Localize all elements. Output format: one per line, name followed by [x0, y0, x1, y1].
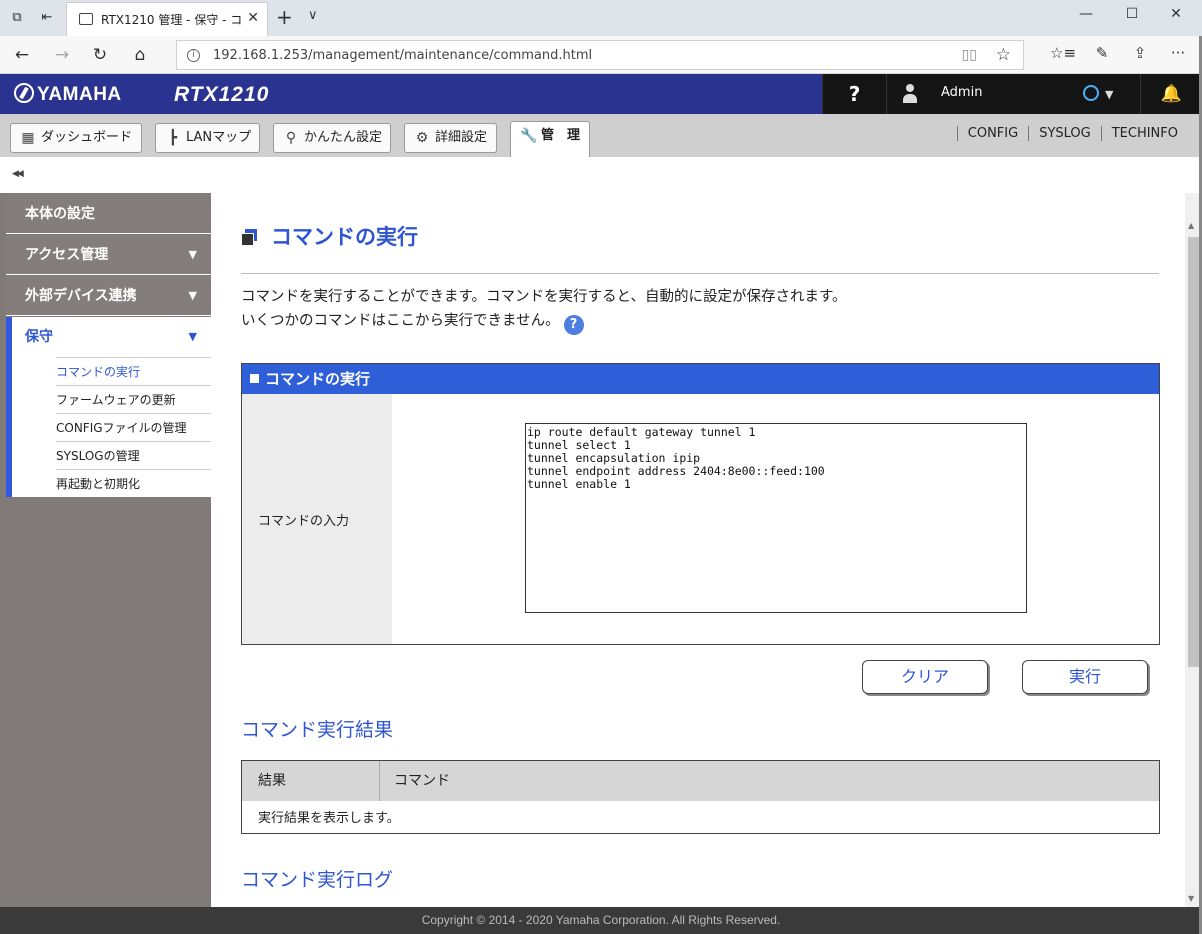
sidebar-section-external-devices[interactable]: 外部デバイス連携 ▼: [6, 276, 211, 316]
caret-down-icon: ▼: [188, 289, 197, 302]
command-input[interactable]: ip route default gateway tunnel 1 tunnel…: [525, 423, 1027, 613]
scroll-down-icon[interactable]: ▼: [1188, 894, 1194, 903]
page-favicon-icon: [79, 13, 93, 25]
wand-icon: ⚲: [285, 130, 297, 146]
sidebar-section-maintenance: 保守 ▼ コマンドの実行 ファームウェアの更新 CONFIGファイルの管理 SY…: [6, 317, 225, 497]
execute-button[interactable]: 実行: [1022, 660, 1148, 694]
caret-down-icon[interactable]: ▼: [1105, 88, 1113, 101]
tab-close-icon[interactable]: ✕: [247, 10, 259, 26]
maximize-button[interactable]: ☐: [1110, 6, 1154, 30]
panel-label-column: コマンドの入力: [242, 394, 392, 644]
sidebar: 本体の設定 アクセス管理 ▼ 外部デバイス連携 ▼ 保守 ▼ コマンドの実行 フ…: [0, 193, 225, 907]
wrench-icon: 🔧: [520, 128, 538, 144]
quick-links: CONFIG SYSLOG TECHINFO: [956, 126, 1188, 141]
command-input-label: コマンドの入力: [258, 514, 350, 529]
browser-navbar: ← → ↻ ⌂ i 192.168.1.253/management/maint…: [0, 36, 1202, 74]
menu-easy-setup[interactable]: ⚲ かんたん設定: [273, 123, 391, 153]
result-heading: コマンド実行結果: [241, 719, 394, 741]
favorites-list-icon[interactable]: ☆≡: [1050, 44, 1076, 62]
header-tools: ? Admin ▼ 🔔: [822, 74, 1202, 114]
reading-view-icon[interactable]: ▯▯: [962, 47, 977, 63]
yamaha-emblem-icon: [14, 83, 34, 103]
scroll-thumb[interactable]: [1188, 237, 1199, 667]
back-button[interactable]: ←: [8, 43, 36, 67]
dashboard-icon: ▦: [21, 130, 35, 146]
footer-copyright: Copyright © 2014 - 2020 Yamaha Corporati…: [0, 907, 1202, 934]
menu-lan-map[interactable]: ┣ LANマップ: [155, 123, 260, 153]
url-text[interactable]: 192.168.1.253/management/maintenance/com…: [213, 48, 592, 63]
tab-list-chevron-icon[interactable]: ∨: [308, 8, 318, 23]
app-header: YAMAHA RTX1210 ? Admin ▼ 🔔: [0, 74, 1202, 114]
share-icon[interactable]: ⇪: [1128, 44, 1152, 62]
result-table-header: 結果 コマンド: [242, 761, 1159, 801]
user-icon: [903, 84, 917, 104]
yamaha-logo: YAMAHA: [14, 83, 122, 106]
user-name: Admin: [941, 85, 983, 100]
forward-button[interactable]: →: [48, 43, 76, 67]
address-bar[interactable]: i 192.168.1.253/management/maintenance/c…: [176, 40, 1024, 70]
log-heading: コマンド実行ログ: [241, 869, 394, 891]
clear-button[interactable]: クリア: [862, 660, 988, 694]
command-panel: コマンドの実行 コマンドの入力 ip route default gateway…: [241, 363, 1160, 645]
set-aside-tabs-icon[interactable]: ⇤: [38, 9, 56, 27]
result-table: 結果 コマンド 実行結果を表示します。: [241, 760, 1160, 834]
sidebar-item-config-files[interactable]: CONFIGファイルの管理: [56, 413, 211, 441]
refresh-button[interactable]: ↻: [86, 43, 114, 67]
pen-notes-icon[interactable]: ✎: [1090, 44, 1114, 62]
home-button[interactable]: ⌂: [126, 43, 154, 67]
new-tab-button[interactable]: +: [276, 5, 293, 29]
site-info-icon[interactable]: i: [187, 49, 200, 62]
favorite-star-icon[interactable]: ☆: [996, 45, 1011, 65]
browser-titlebar: ⧉ ⇤ RTX1210 管理 - 保守 - コ ✕ + ∨ — ☐ ✕: [0, 0, 1202, 36]
result-placeholder: 実行結果を表示します。: [258, 811, 400, 826]
user-menu[interactable]: Admin ▼: [886, 74, 1140, 114]
menu-management[interactable]: 🔧 管 理: [510, 121, 590, 157]
close-window-button[interactable]: ✕: [1154, 6, 1198, 30]
sidebar-item-reboot-reset[interactable]: 再起動と初期化: [56, 469, 211, 497]
link-syslog[interactable]: SYSLOG: [1028, 126, 1101, 141]
more-menu-icon[interactable]: ···: [1166, 44, 1190, 62]
title-divider: [241, 273, 1159, 274]
link-techinfo[interactable]: TECHINFO: [1100, 126, 1188, 141]
menu-advanced-settings[interactable]: ⚙ 詳細設定: [404, 123, 497, 153]
gear-icon: ⚙: [415, 130, 429, 146]
lan-map-icon: ┣: [168, 130, 178, 146]
page-description: コマンドを実行することができます。コマンドを実行すると、自動的に設定が保存されま…: [241, 285, 847, 335]
collapse-sidebar-icon[interactable]: ◀◀: [12, 169, 24, 179]
main-menu: ▦ ダッシュボード ┣ LANマップ ⚲ かんたん設定 ⚙ 詳細設定 🔧 管 理…: [0, 114, 1202, 157]
sidebar-item-command-exec[interactable]: コマンドの実行: [56, 357, 225, 385]
menu-dashboard[interactable]: ▦ ダッシュボード: [10, 123, 142, 153]
status-ring-icon: [1083, 85, 1099, 101]
sidebar-section-access-management[interactable]: アクセス管理 ▼: [6, 235, 211, 275]
caret-down-icon[interactable]: ▼: [189, 317, 197, 357]
sidebar-section-device-settings[interactable]: 本体の設定: [6, 194, 211, 234]
scroll-up-icon[interactable]: ▲: [1188, 221, 1194, 230]
tab-title: RTX1210 管理 - 保守 - コ: [101, 13, 241, 27]
caret-down-icon: ▼: [188, 248, 197, 261]
notification-bell-icon[interactable]: 🔔: [1140, 74, 1202, 114]
main-content: コマンドの実行 コマンドを実行することができます。コマンドを実行すると、自動的に…: [211, 193, 1185, 907]
column-header-result: 結果: [258, 773, 286, 789]
collapse-row: ◀◀: [0, 157, 1202, 193]
browser-tab[interactable]: RTX1210 管理 - 保守 - コ ✕: [66, 2, 268, 36]
tab-preview-icon[interactable]: ⧉: [8, 9, 26, 27]
sidebar-item-syslog[interactable]: SYSLOGの管理: [56, 441, 211, 469]
help-icon[interactable]: ?: [822, 74, 886, 114]
panel-header: コマンドの実行: [242, 364, 1159, 394]
column-header-command: コマンド: [379, 761, 1159, 801]
square-bullet-icon: [250, 374, 259, 383]
page-title: コマンドの実行: [271, 225, 418, 249]
sidebar-section-maintenance-title[interactable]: 保守: [25, 317, 53, 357]
sidebar-item-firmware-update[interactable]: ファームウェアの更新: [56, 385, 211, 413]
minimize-button[interactable]: —: [1064, 6, 1108, 30]
model-name: RTX1210: [174, 83, 270, 106]
help-question-icon[interactable]: ?: [563, 315, 584, 335]
link-config[interactable]: CONFIG: [956, 126, 1028, 141]
